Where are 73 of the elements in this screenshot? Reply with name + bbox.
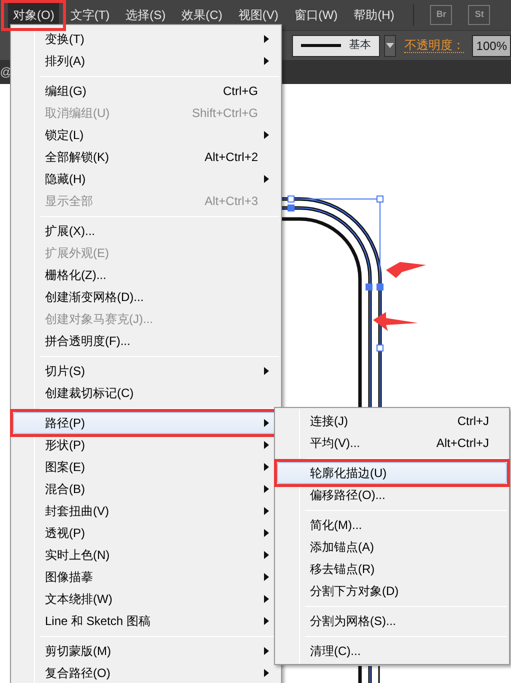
submenu-arrow-icon xyxy=(264,419,269,427)
menu-item[interactable]: 剪切蒙版(M) xyxy=(13,640,279,662)
submenu-arrow-icon xyxy=(264,131,269,139)
menu-item[interactable]: 清理(C)... xyxy=(277,640,507,662)
stroke-line-icon xyxy=(301,44,341,47)
menu-title[interactable]: 视图(V) xyxy=(233,2,284,28)
menu-item[interactable]: 移去锚点(R) xyxy=(277,558,507,580)
submenu-arrow-icon xyxy=(264,367,269,375)
menu-title[interactable]: 文字(T) xyxy=(65,2,115,28)
menu-item[interactable]: 封套扭曲(V) xyxy=(13,500,279,522)
shortcut-label: Ctrl+J xyxy=(457,413,489,430)
menu-item[interactable]: Line 和 Sketch 图稿 xyxy=(13,610,279,632)
menu-item[interactable]: 文本绕排(W) xyxy=(13,588,279,610)
menu-item[interactable]: 复合路径(O) xyxy=(13,662,279,683)
submenu-arrow-icon xyxy=(264,595,269,603)
menu-item[interactable]: 轮廓化描边(U) xyxy=(277,462,507,484)
menu-item[interactable]: 全部解锁(K) Alt+Ctrl+2 xyxy=(13,146,279,168)
submenu-arrow-icon xyxy=(264,485,269,493)
shortcut-label: Alt+Ctrl+2 xyxy=(204,149,258,166)
menu-item[interactable]: 创建渐变网格(D)... xyxy=(13,286,279,308)
menu-item[interactable]: 扩展(X)... xyxy=(13,220,279,242)
menu-item[interactable]: 锁定(L) xyxy=(13,124,279,146)
arrow-icon xyxy=(373,312,418,331)
menu-title[interactable]: 帮助(H) xyxy=(348,2,400,28)
submenu-arrow-icon xyxy=(264,617,269,625)
menu-item[interactable]: 分割为网格(S)... xyxy=(277,610,507,632)
submenu-arrow-icon xyxy=(264,57,269,65)
menu-item[interactable]: 排列(A) xyxy=(13,50,279,72)
submenu-arrow-icon xyxy=(264,529,269,537)
shortcut-label: Alt+Ctrl+J xyxy=(436,435,489,452)
shortcut-label: Shift+Ctrl+G xyxy=(192,105,258,122)
menu-item[interactable]: 连接(J) Ctrl+J xyxy=(277,410,507,432)
submenu-arrow-icon xyxy=(264,35,269,43)
menu-item[interactable]: 添加锚点(A) xyxy=(277,536,507,558)
submenu-arrow-icon xyxy=(264,647,269,655)
menu-item[interactable]: 平均(V)... Alt+Ctrl+J xyxy=(277,432,507,454)
shortcut-label: Alt+Ctrl+3 xyxy=(204,193,258,210)
menu-item[interactable]: 编组(G) Ctrl+G xyxy=(13,80,279,102)
menu-item[interactable]: 变换(T) xyxy=(13,28,279,50)
menu-item[interactable]: 分割下方对象(D) xyxy=(277,580,507,602)
menu-item[interactable]: 隐藏(H) xyxy=(13,168,279,190)
submenu-arrow-icon xyxy=(264,551,269,559)
submenu-arrow-icon xyxy=(264,175,269,183)
menu-title[interactable]: 窗口(W) xyxy=(289,2,343,28)
menu-item[interactable]: 偏移路径(O)... xyxy=(277,484,507,506)
menu-item[interactable]: 创建裁切标记(C) xyxy=(13,382,279,404)
menu-item[interactable]: 混合(B) xyxy=(13,478,279,500)
submenu-arrow-icon xyxy=(264,573,269,581)
menu-title[interactable]: 选择(S) xyxy=(120,2,171,28)
menu-item[interactable]: 栅格化(Z)... xyxy=(13,264,279,286)
menu-item[interactable]: 图案(E) xyxy=(13,456,279,478)
menu-item[interactable]: 拼合透明度(F)... xyxy=(13,330,279,352)
menu-item[interactable]: 图像描摹 xyxy=(13,566,279,588)
menu-item[interactable]: 简化(M)... xyxy=(277,514,507,536)
artwork-drawing xyxy=(358,666,380,683)
stroke-style-dropdown[interactable]: 基本 xyxy=(292,34,380,56)
arrow-icon xyxy=(386,262,426,278)
menu-item[interactable]: 透视(P) xyxy=(13,522,279,544)
menu-item[interactable]: 形状(P) xyxy=(13,434,279,456)
stroke-style-label: 基本 xyxy=(349,38,371,54)
submenu-arrow-icon xyxy=(264,669,269,677)
opacity-label[interactable]: 不透明度： xyxy=(404,38,464,53)
menu-title[interactable]: 效果(C) xyxy=(176,2,228,28)
submenu-arrow-icon xyxy=(264,441,269,449)
opacity-field[interactable]: 100% xyxy=(472,34,511,56)
dropdown-button[interactable] xyxy=(384,34,396,56)
annotation-frame xyxy=(1,0,66,31)
shortcut-label: Ctrl+G xyxy=(222,83,258,100)
caret-icon xyxy=(386,43,394,48)
submenu-arrow-icon xyxy=(264,463,269,471)
menu-item[interactable]: 实时上色(N) xyxy=(13,544,279,566)
submenu-arrow-icon xyxy=(264,507,269,515)
menu-item[interactable]: 切片(S) xyxy=(13,360,279,382)
